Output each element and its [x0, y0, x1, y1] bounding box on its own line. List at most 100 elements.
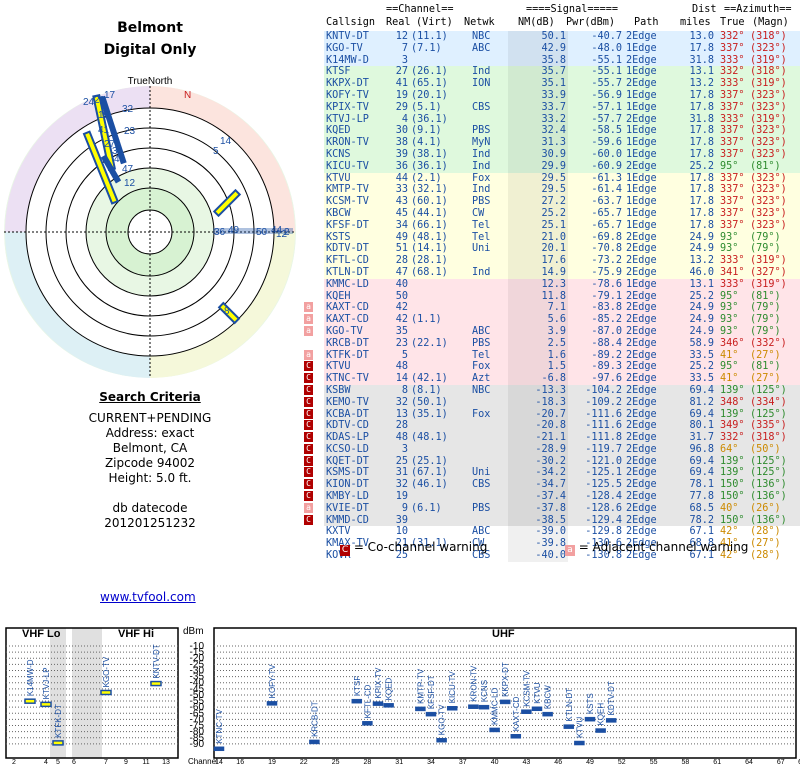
noise-margin-cell: 35.8 [541, 54, 566, 66]
co-channel-warning-icon: C [304, 467, 313, 478]
station-bar-label: KOFY-TV [268, 664, 277, 699]
adjacent-channel-warning-icon: a [304, 314, 313, 325]
virtual-channel-cell: (1.1) [411, 314, 442, 326]
path-cell: 2Edge [626, 432, 657, 444]
table-row: KBCW 45 (44.1) CW 25.2 -65.7 1Edge 17.8 337° (323… [300, 207, 800, 220]
distance-cell: 17.8 [689, 207, 714, 219]
azimuth-true-cell: 41° [720, 373, 739, 385]
path-cell: 1Edge [626, 148, 657, 160]
station-bar-label: KAXT-CD [512, 696, 521, 731]
noise-margin-cell: 25.1 [541, 219, 566, 231]
station-bar [584, 716, 596, 722]
power-cell: -89.2 [591, 349, 622, 361]
virtual-channel-cell: (44.1) [411, 207, 448, 219]
radar-label: 12 [124, 178, 136, 189]
power-cell: -61.3 [591, 172, 622, 184]
path-cell: 2Edge [626, 384, 657, 396]
distance-cell: 17.8 [689, 125, 714, 137]
true-north-label: TrueNorth [128, 76, 173, 87]
table-row: KFSF-DT 34 (66.1) Tel 25.1 -65.7 1Edge 17.8 337°… [300, 219, 800, 232]
noise-margin-cell: 42.9 [541, 42, 566, 54]
path-cell: 1Edge [626, 219, 657, 231]
path-cell: 2Edge [626, 514, 657, 526]
power-cell: -125.1 [585, 467, 622, 479]
power-cell: -79.1 [591, 290, 622, 302]
power-cell: -87.0 [591, 325, 622, 337]
path-cell: 1Edge [626, 196, 657, 208]
azimuth-true-cell: 332° [720, 66, 745, 78]
magnetic-north-marker: N [184, 90, 191, 101]
real-channel-cell: 45 [395, 207, 408, 219]
power-cell: -78.6 [591, 278, 622, 290]
criteria-spacer [40, 486, 260, 501]
noise-margin-cell: -37.4 [535, 491, 566, 503]
station-bar [468, 704, 479, 709]
station-bar [425, 711, 437, 717]
radar-label: 14 [220, 136, 232, 147]
virtual-channel-cell: (4.1) [411, 137, 442, 149]
path-cell: 2Edge [626, 314, 657, 326]
callsign-cell: KCSM-TV [326, 196, 369, 208]
x-tick-label: 11 [142, 759, 149, 766]
col-virt: (Virt) [416, 17, 453, 28]
distance-cell: 31.8 [689, 54, 714, 66]
virtual-channel-cell: (60.1) [411, 196, 448, 208]
azimuth-magnetic-cell: (50°) [750, 443, 781, 455]
station-bar-label: KFSF-DT [427, 675, 436, 709]
real-channel-cell: 43 [395, 196, 408, 208]
station-bar [351, 698, 363, 704]
azimuth-magnetic-cell: (323°) [750, 207, 787, 219]
station-bar [531, 706, 543, 712]
distance-cell: 69.4 [689, 455, 714, 467]
distance-cell: 24.9 [689, 231, 714, 243]
real-channel-cell: 29 [395, 101, 408, 113]
virtual-channel-cell: (6.1) [411, 502, 442, 514]
distance-cell: 17.8 [689, 148, 714, 160]
azimuth-magnetic-cell: (79°) [750, 243, 781, 255]
station-bar-label: KCSM-TV [522, 670, 531, 707]
real-channel-cell: 35 [395, 325, 408, 337]
real-channel-cell: 42 [395, 302, 408, 314]
co-channel-warning-icon: C [304, 432, 313, 443]
azimuth-true-cell: 93° [720, 243, 739, 255]
azimuth-true-cell: 333° [720, 78, 745, 90]
distance-cell: 33.5 [689, 349, 714, 361]
azimuth-true-cell: 139° [720, 384, 745, 396]
azimuth-true-cell: 333° [720, 255, 745, 267]
x-tick-label: 37 [459, 759, 467, 766]
station-bar-label: KTVJ-LP [42, 667, 51, 699]
radar-label: 41 [98, 125, 110, 136]
tvfool-link[interactable]: www.tvfool.com [100, 590, 196, 604]
power-cell: -55.1 [591, 66, 622, 78]
virtual-channel-cell: (28.1) [411, 255, 448, 267]
station-bar [52, 740, 64, 746]
path-cell: 2Edge [626, 479, 657, 491]
azimuth-true-cell: 150° [720, 491, 745, 503]
azimuth-magnetic-cell: (125°) [750, 467, 787, 479]
path-cell: 2Edge [626, 54, 657, 66]
chart-static [5, 627, 797, 759]
callsign-cell: KQET-DT [326, 455, 369, 467]
network-cell: Ind [472, 266, 491, 278]
power-cell: -119.7 [585, 443, 622, 455]
distance-cell: 24.9 [689, 302, 714, 314]
co-channel-warning-icon: C [304, 514, 313, 525]
noise-margin-cell: 21.0 [541, 231, 566, 243]
azimuth-magnetic-cell: (319°) [750, 255, 787, 267]
criteria-line: CURRENT+PENDING [88, 411, 212, 425]
callsign-cell: KTSF [326, 66, 351, 78]
azimuth-magnetic-cell: (81°) [750, 160, 781, 172]
azimuth-magnetic-cell: (319°) [750, 54, 787, 66]
path-cell: 2Edge [626, 337, 657, 349]
station-bar-label: KBCW [544, 685, 553, 709]
azimuth-true-cell: 332° [720, 31, 745, 42]
radar-label: 23 [124, 126, 136, 137]
path-cell: 2Edge [626, 467, 657, 479]
table-row: K14MW-D 3 35.8 -55.1 2Edge 31.8 333° (319°) [300, 54, 800, 67]
x-tick-label: 55 [650, 759, 658, 766]
noise-margin-cell: -20.8 [535, 420, 566, 432]
power-cell: -85.2 [591, 314, 622, 326]
noise-margin-cell: 50.1 [541, 31, 566, 42]
noise-margin-cell: -37.8 [535, 502, 566, 514]
path-cell: 2Edge [626, 160, 657, 172]
